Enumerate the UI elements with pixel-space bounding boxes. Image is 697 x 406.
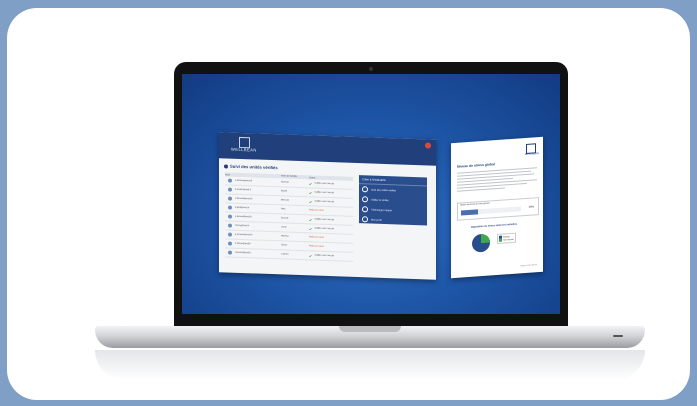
check-icon: ✔ <box>309 225 313 231</box>
check-icon: ✔ <box>309 189 313 195</box>
side-item-profil[interactable]: Mon profil <box>359 214 427 226</box>
cell-family: Durand <box>281 217 289 220</box>
cell-family: Bernard <box>281 199 289 202</box>
cell-name: b.martin@mail.fr <box>225 187 281 193</box>
app-header: WELLBEAN <box>219 132 436 166</box>
cell-name: g.moreau@mail.fr <box>225 232 281 238</box>
laptop-reflection <box>95 350 645 380</box>
user-icon <box>228 205 232 210</box>
cell-name: h.simon@mail.fr <box>225 241 281 247</box>
user-icon <box>228 214 232 219</box>
report-paragraph <box>457 167 537 194</box>
check-icon: ✔ <box>309 198 313 204</box>
progress-track <box>461 206 521 216</box>
app-brand: WELLBEAN <box>231 146 257 153</box>
check-icon: ✔ <box>309 180 313 186</box>
cell-name: c.bernard@mail.fr <box>225 196 281 202</box>
circle-icon <box>362 206 368 213</box>
report-footer: Rapport WELLBEAN <box>520 264 537 268</box>
legend-swatch-icon <box>499 238 502 242</box>
cell-status: Refus en cours <box>309 245 324 248</box>
laptop-base <box>95 326 645 348</box>
user-icon <box>228 178 232 183</box>
cell-name: e.durand@mail.fr <box>225 214 281 220</box>
cell-status: ✔ Validée avec succès <box>309 180 335 186</box>
cell-family: Petit <box>281 208 286 211</box>
cell-family: Martin <box>281 190 288 193</box>
laptop-screen-bezel: WELLBEAN Suivi des unités vérifiés Nom N… <box>174 62 568 332</box>
circle-icon <box>362 186 368 193</box>
cell-status: Refus en cours <box>309 209 324 212</box>
cell-name: f.leroy@mail.fr <box>225 223 281 229</box>
user-icon <box>228 223 232 228</box>
cell-status: ✔ Validée avec succès <box>309 252 335 258</box>
check-icon: ✔ <box>309 216 313 222</box>
page-title: Suivi des unités vérifiés <box>224 163 278 170</box>
cell-status: ✔ Validée avec succès <box>309 189 335 195</box>
cell-name: d.petit@mail.fr <box>225 205 281 211</box>
progress-value: 28% <box>528 205 534 209</box>
laptop-notch <box>339 326 401 332</box>
user-icon <box>228 196 232 201</box>
sleep-led <box>613 335 623 337</box>
cell-family: Simon <box>281 244 288 247</box>
cell-family: Dumont <box>281 181 289 184</box>
check-icon: ✔ <box>309 252 313 258</box>
table-body: a.dumont@mail.fr Dumont ✔ Validée avec succ… <box>225 176 353 262</box>
user-icon <box>228 232 232 237</box>
progress-label: Niveau de stress de votre groupe <box>460 202 490 207</box>
cell-status: Refus en cours <box>309 236 324 239</box>
pie-legend: Stressé Non stressé <box>497 232 516 245</box>
stress-progress-box: Niveau de stress de votre groupe 28% <box>457 197 539 221</box>
side-panel: Créer à l'évaluation Suivi des unités vé… <box>359 175 427 226</box>
user-icon <box>228 187 232 192</box>
pie-title: Répartition du stress selon les individu… <box>471 222 517 229</box>
legend-item: Non stressé <box>499 238 514 242</box>
report-brand: WELLBEAN <box>524 152 539 157</box>
app-window: WELLBEAN Suivi des unités vérifiés Nom N… <box>219 132 436 280</box>
bullet-icon <box>224 164 228 169</box>
cell-status: ✔ Validée avec succès <box>309 225 335 231</box>
cell-family: Laurent <box>281 253 289 256</box>
close-button[interactable] <box>425 142 431 149</box>
webcam-icon <box>369 67 373 71</box>
cell-status: ✔ Validée avec succès <box>309 216 335 222</box>
pie-slice-not-stressed <box>481 234 490 244</box>
progress-fill <box>461 209 478 216</box>
user-icon <box>228 241 232 246</box>
user-icon <box>228 250 232 255</box>
stress-pie-chart <box>472 234 490 253</box>
circle-icon <box>362 216 368 223</box>
report-title: Niveau de stress global <box>457 162 495 169</box>
cell-name: i.laurent@mail.fr <box>225 250 281 256</box>
cell-family: Moreau <box>281 235 289 238</box>
cell-name: a.dumont@mail.fr <box>225 178 281 184</box>
cell-family: Leroy <box>281 226 287 229</box>
desktop-display: WELLBEAN Suivi des unités vérifiés Nom N… <box>182 74 560 314</box>
circle-icon <box>362 196 368 203</box>
report-document: WELLBEAN Niveau de stress global Niveau … <box>451 136 543 279</box>
white-frame: WELLBEAN Suivi des unités vérifiés Nom N… <box>7 8 690 400</box>
cell-status: ✔ Validée avec succès <box>309 198 335 204</box>
users-table: Nom Nom de famille Statut a.dumont@mail.… <box>225 172 353 262</box>
